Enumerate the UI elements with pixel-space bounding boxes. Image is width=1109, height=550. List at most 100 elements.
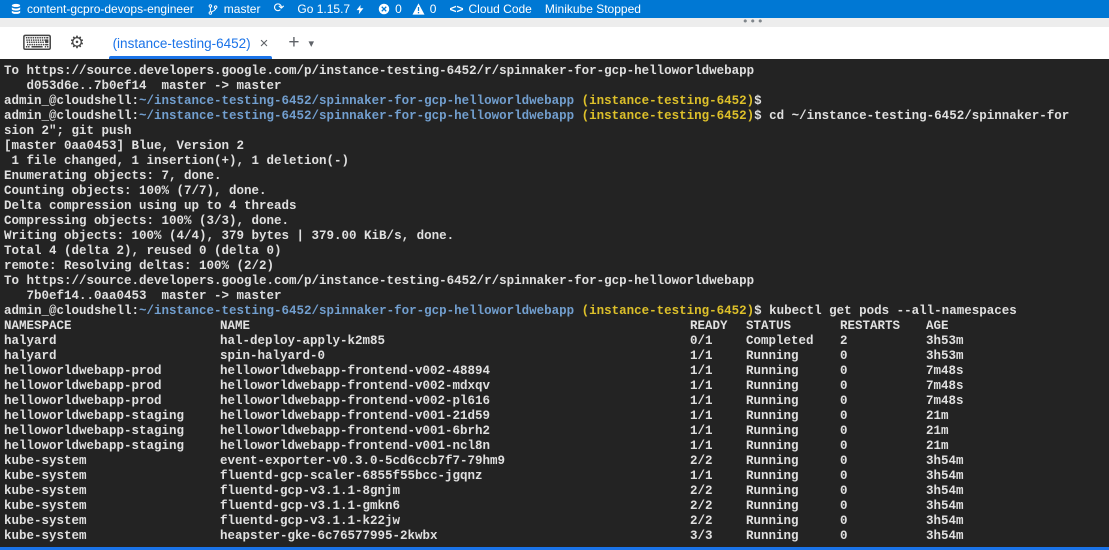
git-branch-icon [207, 3, 219, 16]
keyboard-icon[interactable]: ⌨ [22, 33, 52, 54]
terminal-text: $ [754, 94, 762, 108]
pod-table-cell: fluentd-gcp-v3.1.1-8gnjm [220, 484, 400, 499]
terminal-text: d053d6e..7b0ef14 master -> master [4, 79, 282, 93]
tab-close-icon[interactable]: × [260, 35, 269, 52]
pod-table-cell: helloworldwebapp-frontend-v002-pl616 [220, 394, 490, 409]
pod-table-row: kube-systemfluentd-gcp-v3.1.1-8gnjm2/2Ru… [4, 484, 1109, 499]
pod-table-cell: 7m48s [926, 379, 964, 394]
pod-table-cell: Running [746, 469, 799, 484]
pod-table-row: kube-systemheapster-gke-6c76577995-2kwbx… [4, 529, 1109, 544]
pod-table-header-cell: NAME [220, 319, 250, 334]
pod-table-cell: 1/1 [690, 424, 713, 439]
terminal[interactable]: To https://source.developers.google.com/… [0, 59, 1109, 547]
pod-table-row: helloworldwebapp-prodhelloworldwebapp-fr… [4, 379, 1109, 394]
sync-icon: ⟳ [273, 0, 284, 18]
terminal-text: [master 0aa0453] Blue, Version 2 [4, 139, 244, 153]
terminal-line: Counting objects: 100% (7/7), done. [4, 184, 1109, 199]
pod-table-cell: 2/2 [690, 484, 713, 499]
panel-resize-strip[interactable]: ••• [0, 18, 1109, 27]
terminal-line: admin_@cloudshell:~/instance-testing-645… [4, 109, 1109, 124]
terminal-text: To https://source.developers.google.com/… [4, 274, 754, 288]
pod-table-cell: Running [746, 349, 799, 364]
pod-table-row: halyardspin-halyard-01/1Running03h53m [4, 349, 1109, 364]
pod-table-header-cell: RESTARTS [840, 319, 900, 334]
pod-table-row: helloworldwebapp-staginghelloworldwebapp… [4, 439, 1109, 454]
cloud-code-indicator[interactable]: <> Cloud Code [449, 0, 531, 18]
prompt-path: ~/instance-testing-6452/spinnaker-for-gc… [139, 94, 574, 108]
terminal-text: 1 file changed, 1 insertion(+), 1 deleti… [4, 154, 349, 168]
terminal-line: To https://source.developers.google.com/… [4, 274, 1109, 289]
git-branch-indicator[interactable]: master [207, 0, 261, 18]
prompt-path: ~/instance-testing-6452/spinnaker-for-gc… [139, 109, 574, 123]
pod-table-cell: Running [746, 439, 799, 454]
pod-table-cell: 1/1 [690, 469, 713, 484]
pod-table-cell: 1/1 [690, 409, 713, 424]
pod-table-cell: hal-deploy-apply-k2m85 [220, 334, 385, 349]
terminal-text: Delta compression using up to 4 threads [4, 199, 297, 213]
pod-table-cell: helloworldwebapp-frontend-v001-21d59 [220, 409, 490, 424]
pod-table-header-cell: STATUS [746, 319, 791, 334]
problems-indicator[interactable]: 0 0 [378, 0, 436, 18]
warning-count: 0 [430, 2, 437, 16]
pod-table-cell: kube-system [4, 514, 87, 529]
pod-table-cell: 1/1 [690, 349, 713, 364]
pod-table-row: helloworldwebapp-staginghelloworldwebapp… [4, 409, 1109, 424]
pod-table-row: kube-systemfluentd-gcp-scaler-6855f55bcc… [4, 469, 1109, 484]
terminal-line: Writing objects: 100% (4/4), 379 bytes |… [4, 229, 1109, 244]
terminal-text: admin_@cloudshell: [4, 304, 139, 318]
terminal-text: Compressing objects: 100% (3/3), done. [4, 214, 289, 228]
pod-table-cell: 0 [840, 529, 848, 544]
cloud-shell-window: content-gcpro-devops-engineer master ⟳ G… [0, 0, 1109, 550]
pod-table-cell: 3h54m [926, 514, 964, 529]
pod-table-cell: helloworldwebapp-prod [4, 394, 162, 409]
pod-table-cell: halyard [4, 334, 57, 349]
pod-table-cell: 3h54m [926, 484, 964, 499]
go-version-indicator[interactable]: Go 1.15.7 [297, 0, 365, 18]
pod-table-row: kube-systemfluentd-gcp-v3.1.1-k22jw2/2Ru… [4, 514, 1109, 529]
pod-table-cell: 0 [840, 454, 848, 469]
pod-table-header-row: NAMESPACENAMEREADYSTATUSRESTARTSAGE [4, 319, 1109, 334]
database-stack-icon [10, 3, 22, 16]
pod-table-cell: 7m48s [926, 364, 964, 379]
terminal-text: Total 4 (delta 2), reused 0 (delta 0) [4, 244, 282, 258]
pod-table-cell: Running [746, 529, 799, 544]
add-terminal-tab-button[interactable]: + [288, 32, 299, 54]
pod-table-cell: 0 [840, 364, 848, 379]
prompt-env: (instance-testing-6452) [582, 94, 755, 108]
pod-table-cell: helloworldwebapp-frontend-v002-48894 [220, 364, 490, 379]
sync-button[interactable]: ⟳ [273, 0, 284, 18]
minikube-status[interactable]: Minikube Stopped [545, 0, 641, 18]
terminal-line: admin_@cloudshell:~/instance-testing-645… [4, 94, 1109, 109]
pod-table-cell: halyard [4, 349, 57, 364]
pod-table-cell: 0/1 [690, 334, 713, 349]
warning-icon [412, 3, 425, 15]
terminal-settings-gear-icon[interactable]: ⚙ [69, 35, 84, 52]
project-indicator[interactable]: content-gcpro-devops-engineer [10, 0, 194, 18]
terminal-line: Total 4 (delta 2), reused 0 (delta 0) [4, 244, 1109, 259]
pod-table-row: kube-systemevent-exporter-v0.3.0-5cd6ccb… [4, 454, 1109, 469]
terminal-tab[interactable]: (instance-testing-6452) × [109, 27, 273, 59]
terminal-text [574, 109, 582, 123]
pod-table-cell: helloworldwebapp-staging [4, 424, 184, 439]
pod-table-row: halyardhal-deploy-apply-k2m850/1Complete… [4, 334, 1109, 349]
pod-table-cell: Running [746, 379, 799, 394]
error-count: 0 [395, 2, 402, 16]
terminal-line: Enumerating objects: 7, done. [4, 169, 1109, 184]
pod-table-cell: kube-system [4, 529, 87, 544]
status-bar: content-gcpro-devops-engineer master ⟳ G… [0, 0, 1109, 18]
pod-table-header-cell: READY [690, 319, 728, 334]
pod-table-cell: 2/2 [690, 499, 713, 514]
terminal-text: $ cd ~/instance-testing-6452/spinnaker-f… [754, 109, 1069, 123]
prompt-path: ~/instance-testing-6452/spinnaker-for-gc… [139, 304, 574, 318]
pod-table-cell: Running [746, 484, 799, 499]
prompt-env: (instance-testing-6452) [582, 109, 755, 123]
pod-table-header-cell: NAMESPACE [4, 319, 72, 334]
lightning-icon [355, 3, 365, 16]
pod-table-cell: 21m [926, 409, 949, 424]
pod-table-cell: helloworldwebapp-frontend-v001-6brh2 [220, 424, 490, 439]
pod-table-cell: 2/2 [690, 454, 713, 469]
pod-table-cell: 0 [840, 409, 848, 424]
pod-table-cell: 0 [840, 469, 848, 484]
tab-options-caret-icon[interactable]: ▾ [309, 37, 315, 50]
terminal-text: To https://source.developers.google.com/… [4, 64, 754, 78]
